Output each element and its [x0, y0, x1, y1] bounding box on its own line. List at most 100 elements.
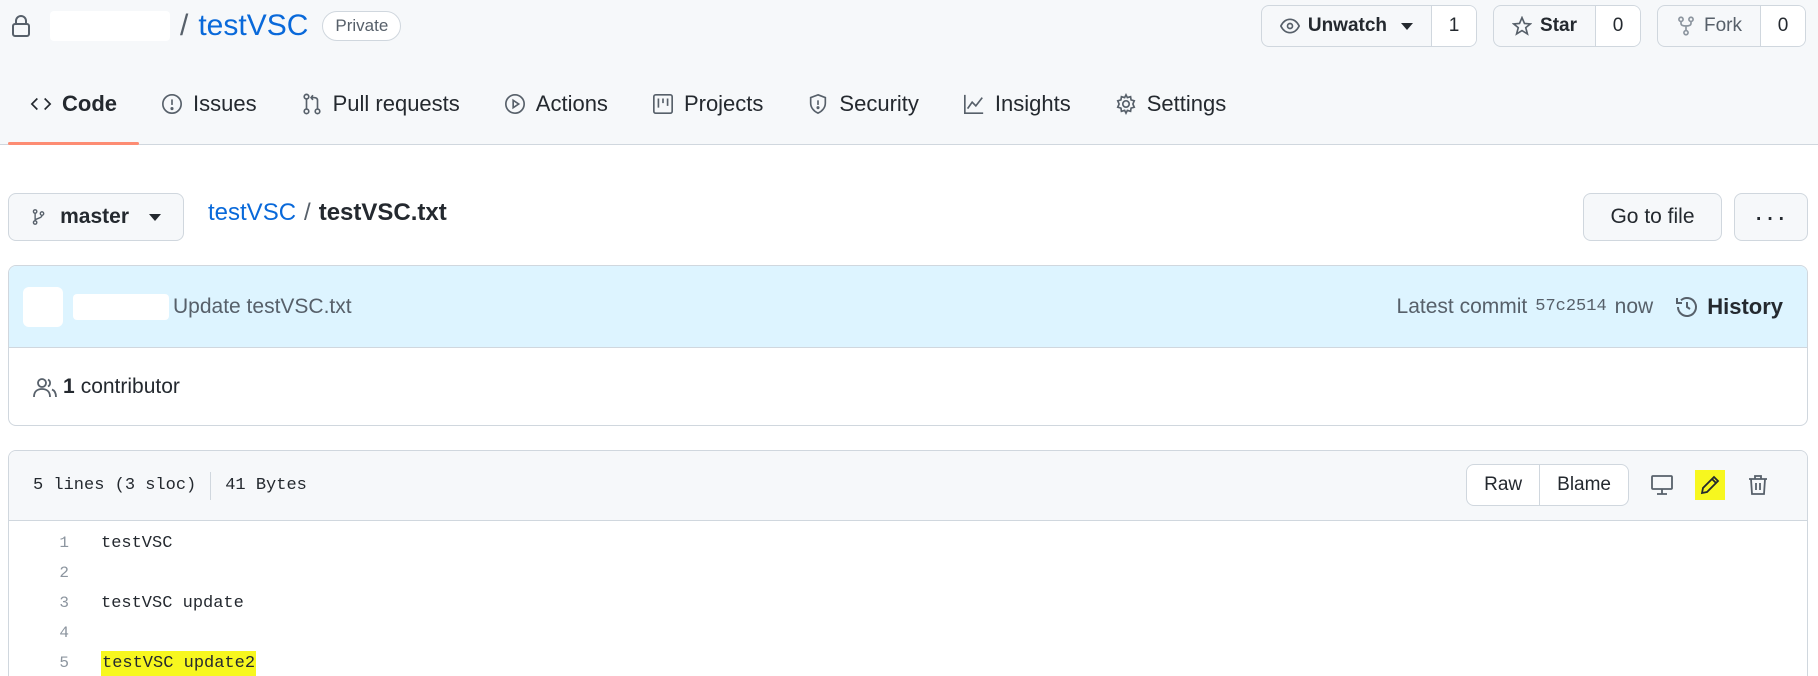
line-number[interactable]: 3 — [9, 594, 69, 612]
code-line: 3 testVSC update — [9, 588, 1807, 618]
blame-button[interactable]: Blame — [1539, 465, 1628, 505]
star-button-group: Star 0 — [1493, 5, 1641, 47]
code-line: 2 — [9, 558, 1807, 588]
line-number[interactable]: 5 — [9, 654, 69, 672]
fork-button[interactable]: Fork — [1658, 6, 1761, 46]
fork-label: Fork — [1704, 15, 1742, 36]
line-content: testVSC update — [101, 593, 244, 613]
pencil-icon — [1700, 475, 1720, 495]
chevron-down-icon — [1401, 22, 1414, 30]
unwatch-label: Unwatch — [1307, 15, 1388, 36]
repo-header: / testVSC Private Unwatch 1 Star 0 Fork — [0, 0, 1818, 145]
contributors-label: contributor — [80, 375, 180, 398]
code-line: 1 testVSC — [9, 528, 1807, 558]
branch-selector[interactable]: master — [8, 193, 184, 241]
repo-slash: / — [180, 9, 189, 42]
line-number[interactable]: 2 — [9, 564, 69, 582]
star-icon — [1512, 16, 1533, 36]
latest-commit-row: Update testVSC.txt Latest commit 57c2514… — [9, 266, 1807, 348]
tab-actions[interactable]: Actions — [482, 64, 630, 144]
commit-sha[interactable]: 57c2514 — [1535, 297, 1606, 316]
commit-box: Update testVSC.txt Latest commit 57c2514… — [8, 265, 1808, 426]
line-number[interactable]: 4 — [9, 624, 69, 642]
star-label: Star — [1540, 15, 1577, 36]
tab-pull-requests[interactable]: Pull requests — [279, 64, 482, 144]
visibility-badge: Private — [322, 11, 402, 41]
desktop-button[interactable] — [1643, 466, 1681, 504]
tab-label: Pull requests — [332, 91, 460, 116]
star-button[interactable]: Star — [1494, 6, 1596, 46]
go-to-file-button[interactable]: Go to file — [1583, 193, 1722, 241]
latest-commit-label: Latest commit — [1396, 294, 1528, 318]
commit-time: now — [1614, 294, 1654, 318]
divider — [210, 471, 212, 500]
tab-issues[interactable]: Issues — [139, 64, 279, 144]
history-button[interactable]: History — [1675, 294, 1783, 320]
contributors-count: 1 — [63, 375, 75, 398]
play-icon — [504, 94, 525, 114]
file-tools: Raw Blame — [1466, 464, 1777, 506]
more-options-button[interactable]: ··· — [1734, 193, 1808, 241]
people-icon — [33, 378, 57, 398]
breadcrumb: testVSC / testVSC.txt — [208, 199, 447, 227]
history-label: History — [1707, 293, 1783, 319]
file-info-bar: 5 lines (3 sloc) 41 Bytes Raw Blame — [9, 451, 1807, 521]
graph-icon — [963, 94, 984, 114]
file-viewer: 5 lines (3 sloc) 41 Bytes Raw Blame 1 te… — [8, 450, 1808, 676]
repo-actions: Unwatch 1 Star 0 Fork 0 — [1260, 5, 1806, 47]
code-line: 4 — [9, 618, 1807, 648]
gear-icon — [1116, 93, 1136, 115]
unwatch-button[interactable]: Unwatch — [1262, 6, 1433, 46]
project-icon — [652, 94, 673, 114]
code-icon — [30, 97, 52, 111]
file-size: 41 Bytes — [225, 476, 307, 495]
stars-count[interactable]: 0 — [1596, 6, 1640, 46]
shield-icon — [810, 93, 827, 115]
branch-name: master — [60, 205, 129, 228]
tab-code[interactable]: Code — [8, 64, 139, 145]
edit-button[interactable] — [1695, 470, 1725, 500]
tab-label: Actions — [535, 91, 608, 116]
tab-settings[interactable]: Settings — [1093, 64, 1249, 144]
tab-insights[interactable]: Insights — [941, 64, 1093, 144]
repo-name-link[interactable]: testVSC — [198, 9, 308, 43]
forks-count[interactable]: 0 — [1761, 6, 1805, 46]
watchers-count[interactable]: 1 — [1432, 6, 1477, 46]
avatar[interactable] — [23, 286, 63, 327]
fork-button-group: Fork 0 — [1657, 5, 1806, 47]
owner-redacted — [50, 11, 170, 41]
commit-message[interactable]: Update testVSC.txt — [173, 295, 352, 319]
repo-title: / testVSC Private — [10, 6, 402, 46]
tab-label: Security — [839, 91, 919, 116]
tab-security[interactable]: Security — [785, 64, 940, 144]
delete-button[interactable] — [1739, 466, 1777, 504]
file-navigation: master testVSC / testVSC.txt Go to file … — [8, 193, 1808, 241]
pull-request-icon — [302, 93, 321, 115]
code-line: 5 testVSC update2 — [9, 648, 1807, 676]
repo-tabs: Code Issues Pull requests Actions Projec… — [8, 64, 1249, 145]
watch-button-group: Unwatch 1 — [1260, 5, 1478, 47]
tab-label: Projects — [683, 91, 764, 116]
tab-label: Settings — [1146, 91, 1227, 116]
lock-icon — [12, 15, 30, 37]
file-lines-info: 5 lines (3 sloc) — [33, 476, 197, 495]
eye-icon — [1279, 18, 1300, 34]
contributors-row[interactable]: 1 contributor — [9, 348, 1807, 425]
branch-icon — [32, 209, 45, 225]
author-redacted[interactable] — [73, 293, 169, 320]
commit-meta: Latest commit 57c2514 now History — [1397, 294, 1783, 320]
line-content: testVSC — [101, 533, 173, 553]
tab-label: Insights — [994, 91, 1071, 116]
fork-icon — [1678, 16, 1694, 36]
tab-label: Code — [62, 91, 117, 116]
raw-blame-group: Raw Blame — [1466, 464, 1629, 506]
raw-button[interactable]: Raw — [1467, 465, 1539, 505]
breadcrumb-repo-link[interactable]: testVSC — [208, 199, 296, 227]
code-view: 1 testVSC 2 3 testVSC update 4 5 testVSC… — [9, 521, 1807, 676]
desktop-icon — [1651, 475, 1673, 495]
tab-projects[interactable]: Projects — [630, 64, 785, 144]
line-number[interactable]: 1 — [9, 534, 69, 552]
issue-icon — [162, 94, 182, 114]
history-icon — [1676, 296, 1698, 317]
trash-icon — [1749, 475, 1767, 495]
